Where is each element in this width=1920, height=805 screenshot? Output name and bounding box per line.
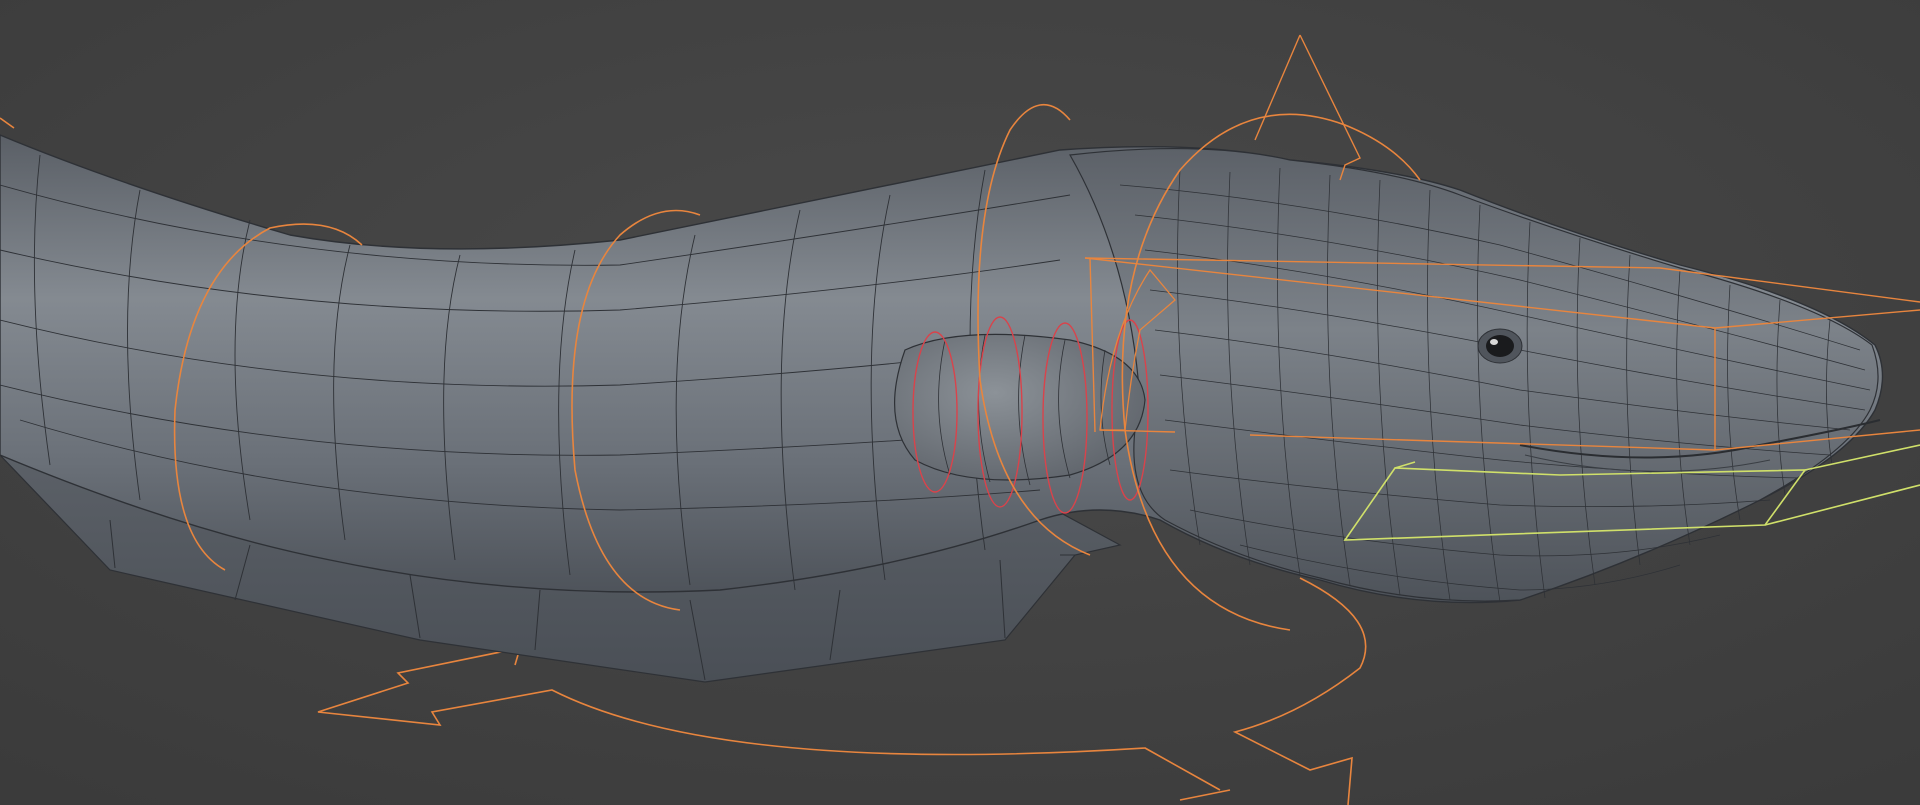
viewport-scene[interactable] xyxy=(0,0,1920,805)
eye-icon xyxy=(1477,328,1523,364)
3d-viewport[interactable] xyxy=(0,0,1920,805)
